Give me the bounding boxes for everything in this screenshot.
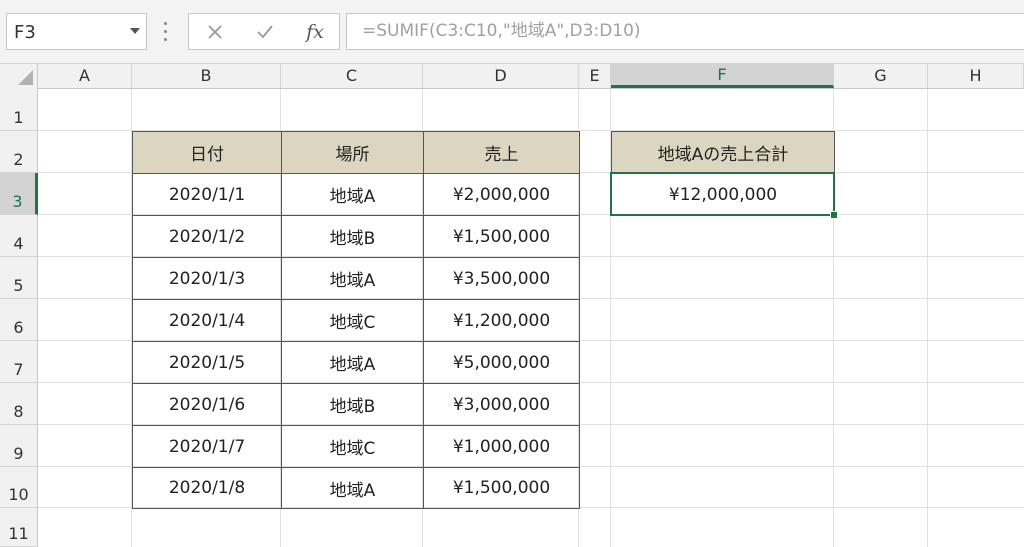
row-header-bar: 1 2 3 4 5 6 7 8 9 10 11 xyxy=(0,89,38,547)
select-all-triangle-icon[interactable] xyxy=(18,70,33,85)
table-cell[interactable]: ¥1,200,000 xyxy=(423,299,580,342)
formula-buttons: fx xyxy=(188,13,340,50)
column-header-c[interactable]: C xyxy=(281,64,423,88)
cancel-x-icon[interactable] xyxy=(195,14,235,49)
select-all-button[interactable] xyxy=(0,64,38,89)
row-header-7[interactable]: 7 xyxy=(0,341,37,383)
table-cell[interactable]: 2020/1/6 xyxy=(132,383,282,426)
row-header-6[interactable]: 6 xyxy=(0,299,37,341)
table-cell[interactable]: 地域A xyxy=(281,257,424,300)
formula-text[interactable]: =SUMIF(C3:C10,"地域A",D3:D10) xyxy=(362,14,641,49)
table-cell[interactable]: 地域C xyxy=(281,425,424,468)
table-cell[interactable]: 2020/1/2 xyxy=(132,215,282,258)
column-header-b[interactable]: B xyxy=(132,64,281,88)
table-cell[interactable]: ¥3,000,000 xyxy=(423,383,580,426)
table-cell[interactable]: 2020/1/7 xyxy=(132,425,282,468)
table-cell[interactable]: ¥1,000,000 xyxy=(423,425,580,468)
formula-bar: F3 fx =SUMIF(C3:C10,"地域A",D3:D10) xyxy=(0,0,1024,64)
table-cell[interactable]: 地域A xyxy=(281,467,424,509)
row-header-3[interactable]: 3 xyxy=(0,173,38,215)
table-header-cell[interactable]: 売上 xyxy=(423,131,580,174)
table-cell[interactable]: 2020/1/5 xyxy=(132,341,282,384)
row-header-1[interactable]: 1 xyxy=(0,89,37,131)
table-cell[interactable]: ¥1,500,000 xyxy=(423,215,580,258)
table-cell[interactable]: 2020/1/4 xyxy=(132,299,282,342)
cell-grid[interactable]: 日付 場所 売上 2020/1/1 地域A ¥2,000,000 2020/1/2 地域B ¥1… xyxy=(38,89,1024,547)
gridline-vertical xyxy=(927,89,928,547)
table-cell[interactable]: 2020/1/1 xyxy=(132,173,282,216)
row-header-10[interactable]: 10 xyxy=(0,467,37,508)
column-header-f[interactable]: F xyxy=(611,64,834,88)
insert-function-button[interactable]: fx xyxy=(295,14,335,49)
row-header-2[interactable]: 2 xyxy=(0,131,37,173)
chevron-down-icon[interactable] xyxy=(130,28,140,34)
table-cell[interactable]: 2020/1/3 xyxy=(132,257,282,300)
table-header-cell[interactable]: 日付 xyxy=(132,131,282,174)
column-header-g[interactable]: G xyxy=(834,64,928,88)
row-header-9[interactable]: 9 xyxy=(0,425,37,467)
active-cell-outline xyxy=(610,172,835,216)
column-header-bar: ABCDEFGH xyxy=(0,64,1024,89)
fill-handle[interactable] xyxy=(830,211,838,219)
table-cell[interactable]: ¥5,000,000 xyxy=(423,341,580,384)
row-header-4[interactable]: 4 xyxy=(0,215,37,257)
summary-header-cell[interactable]: 地域Aの売上合計 xyxy=(611,131,835,174)
column-header-a[interactable]: A xyxy=(38,64,132,88)
grip-dots-icon[interactable] xyxy=(164,22,168,42)
table-cell[interactable]: ¥1,500,000 xyxy=(423,467,580,509)
table-cell[interactable]: 地域B xyxy=(281,383,424,426)
table-header-cell[interactable]: 場所 xyxy=(281,131,424,174)
table-cell[interactable]: 地域B xyxy=(281,215,424,258)
column-header-d[interactable]: D xyxy=(423,64,579,88)
row-header-11[interactable]: 11 xyxy=(0,508,37,547)
table-cell[interactable]: 地域A xyxy=(281,173,424,216)
column-header-h[interactable]: H xyxy=(928,64,1024,88)
column-header-e[interactable]: E xyxy=(579,64,611,88)
table-cell[interactable]: 地域C xyxy=(281,299,424,342)
enter-check-icon[interactable] xyxy=(245,14,285,49)
table-cell[interactable]: 地域A xyxy=(281,341,424,384)
table-cell[interactable]: 2020/1/8 xyxy=(132,467,282,509)
table-cell[interactable]: ¥2,000,000 xyxy=(423,173,580,216)
name-box-value[interactable]: F3 xyxy=(14,14,36,51)
row-header-8[interactable]: 8 xyxy=(0,383,37,425)
table-cell[interactable]: ¥3,500,000 xyxy=(423,257,580,300)
name-box[interactable]: F3 xyxy=(6,13,147,50)
formula-input[interactable]: =SUMIF(C3:C10,"地域A",D3:D10) xyxy=(346,13,1024,50)
row-header-5[interactable]: 5 xyxy=(0,257,37,299)
